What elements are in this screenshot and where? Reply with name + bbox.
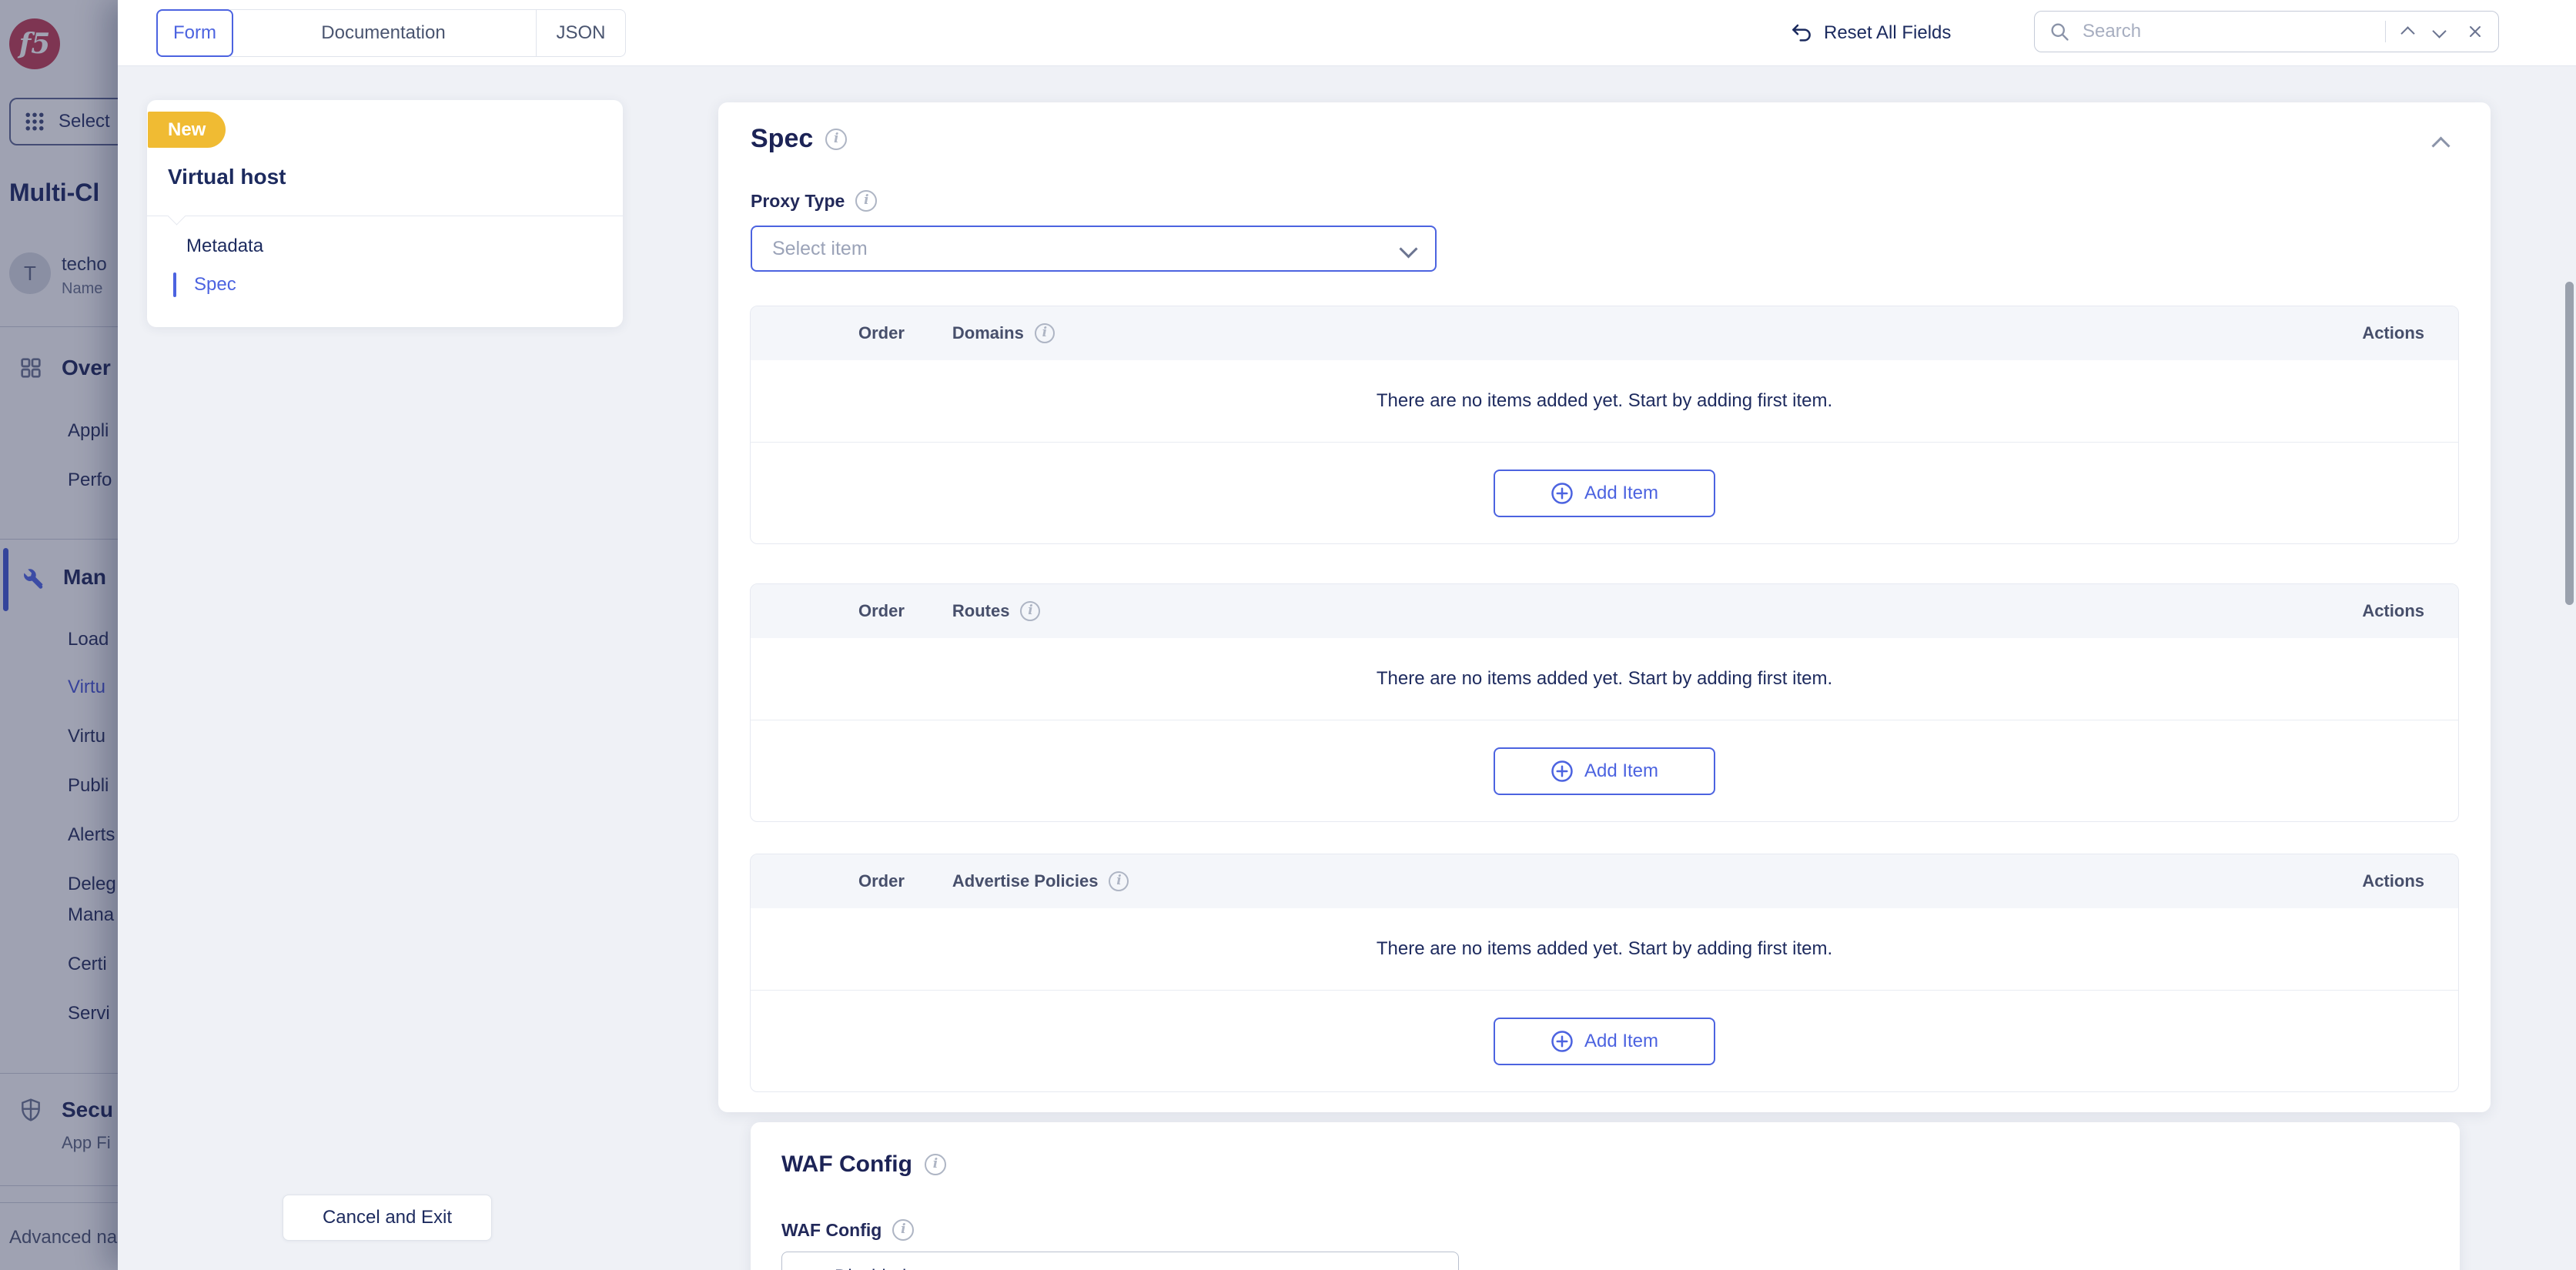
- tab-documentation[interactable]: Documentation: [230, 9, 537, 57]
- advertise-policies-table-header: Order Advertise Policies Actions: [751, 854, 2458, 908]
- collapse-section-button[interactable]: [2434, 139, 2447, 156]
- add-item-label: Add Item: [1584, 760, 1658, 782]
- waf-config-select[interactable]: Disabled: [781, 1252, 1459, 1270]
- search-icon: [2049, 21, 2070, 42]
- column-actions: Actions: [2362, 871, 2424, 891]
- domains-table-header: Order Domains Actions: [751, 306, 2458, 360]
- plus-circle-icon: [1551, 482, 1574, 505]
- reset-all-fields-button[interactable]: Reset All Fields: [1790, 0, 1951, 65]
- chevron-up-icon: [2431, 136, 2450, 155]
- plus-circle-icon: [1551, 760, 1574, 783]
- reset-label: Reset All Fields: [1824, 22, 1951, 44]
- form-nav-item-metadata[interactable]: Metadata: [186, 236, 263, 257]
- virtual-host-editor-panel: Form Documentation JSON Reset All Fields: [118, 0, 2576, 1270]
- column-order: Order: [858, 601, 905, 621]
- search-close-icon[interactable]: [2466, 22, 2484, 41]
- disabled-icon: [801, 1266, 822, 1270]
- collapse-notch-icon[interactable]: [167, 206, 186, 225]
- form-nav-item-spec[interactable]: Spec: [194, 274, 236, 296]
- proxy-type-placeholder: Select item: [772, 238, 868, 260]
- proxy-type-label-row: Proxy Type: [751, 190, 877, 212]
- add-domain-button[interactable]: Add Item: [1494, 470, 1715, 517]
- column-order: Order: [858, 871, 905, 891]
- advertise-policies-table-footer: Add Item: [751, 991, 2458, 1091]
- info-icon[interactable]: [1109, 871, 1129, 891]
- proxy-type-label: Proxy Type: [751, 191, 845, 212]
- reset-icon: [1790, 22, 1813, 45]
- search-next-icon[interactable]: [2432, 24, 2446, 38]
- waf-config-label-row: WAF Config: [781, 1219, 914, 1241]
- editor-content: New Virtual host Metadata Spec Cancel an…: [118, 66, 2576, 1270]
- add-item-label: Add Item: [1584, 483, 1658, 504]
- column-advertise-policies-label: Advertise Policies: [952, 871, 1099, 891]
- column-advertise-policies: Advertise Policies: [952, 871, 1129, 891]
- domains-table: Order Domains Actions There are no items…: [750, 306, 2459, 544]
- new-badge: New: [148, 112, 226, 148]
- column-domains-label: Domains: [952, 323, 1024, 343]
- search-input[interactable]: [2081, 20, 2374, 43]
- add-route-button[interactable]: Add Item: [1494, 747, 1715, 795]
- routes-table-footer: Add Item: [751, 720, 2458, 821]
- info-icon[interactable]: [1020, 601, 1040, 621]
- tab-form[interactable]: Form: [156, 9, 233, 57]
- info-icon[interactable]: [925, 1154, 946, 1175]
- modal-dim-overlay: [0, 0, 118, 1270]
- routes-table: Order Routes Actions There are no items …: [750, 583, 2459, 822]
- column-actions: Actions: [2362, 323, 2424, 343]
- proxy-type-select[interactable]: Select item: [751, 226, 1437, 272]
- waf-config-title-row: WAF Config: [781, 1151, 946, 1178]
- column-routes-label: Routes: [952, 601, 1010, 621]
- add-advertise-policy-button[interactable]: Add Item: [1494, 1018, 1715, 1065]
- waf-config-value: Disabled: [835, 1266, 906, 1270]
- waf-config-title: WAF Config: [781, 1151, 912, 1178]
- view-tabs: Form Documentation JSON: [156, 9, 626, 57]
- chevron-down-icon: [1399, 239, 1417, 258]
- spec-title: Spec: [751, 124, 813, 154]
- routes-table-header: Order Routes Actions: [751, 584, 2458, 638]
- info-icon[interactable]: [892, 1219, 914, 1241]
- add-item-label: Add Item: [1584, 1031, 1658, 1052]
- domains-table-footer: Add Item: [751, 443, 2458, 543]
- search-prev-icon[interactable]: [2400, 26, 2414, 40]
- spec-section-title-row: Spec: [751, 124, 847, 154]
- info-icon[interactable]: [855, 190, 877, 212]
- advertise-policies-empty-message: There are no items added yet. Start by a…: [751, 908, 2458, 991]
- editor-topbar: Form Documentation JSON Reset All Fields: [118, 0, 2576, 66]
- info-icon[interactable]: [1035, 323, 1055, 343]
- column-order: Order: [858, 323, 905, 343]
- active-item-indicator: [173, 272, 176, 297]
- domains-empty-message: There are no items added yet. Start by a…: [751, 360, 2458, 443]
- form-title: Virtual host: [168, 165, 286, 189]
- app-root: f5 Select Multi-Cl T techo Name: [0, 0, 2576, 1270]
- cancel-and-exit-button[interactable]: Cancel and Exit: [283, 1195, 492, 1241]
- info-icon[interactable]: [825, 129, 847, 150]
- column-routes: Routes: [952, 601, 1041, 621]
- tab-json[interactable]: JSON: [537, 9, 626, 57]
- column-actions: Actions: [2362, 601, 2424, 621]
- search-box: [2034, 11, 2499, 52]
- advertise-policies-table: Order Advertise Policies Actions There a…: [750, 854, 2459, 1092]
- form-nav-card: New Virtual host Metadata Spec: [147, 100, 623, 327]
- search-divider: [2385, 21, 2386, 42]
- column-domains: Domains: [952, 323, 1055, 343]
- plus-circle-icon: [1551, 1030, 1574, 1053]
- routes-empty-message: There are no items added yet. Start by a…: [751, 638, 2458, 720]
- waf-config-label: WAF Config: [781, 1220, 882, 1241]
- spec-section-card: Spec Proxy Type Select item Or: [718, 102, 2491, 1112]
- waf-config-section-card: WAF Config WAF Config Disabled: [751, 1122, 2460, 1270]
- scrollbar-thumb[interactable]: [2565, 282, 2574, 605]
